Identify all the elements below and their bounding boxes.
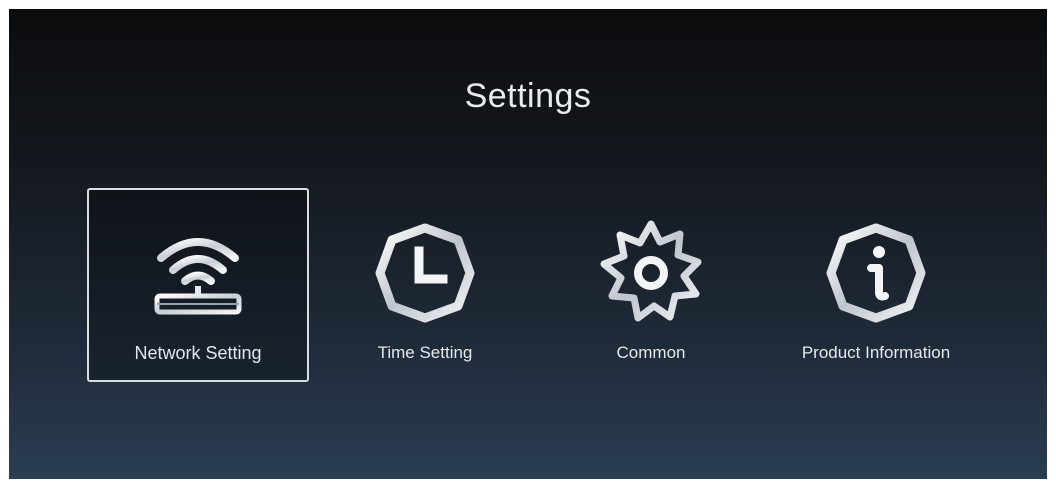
clock-icon [375, 223, 475, 323]
settings-menu: Network Setting Time Setting Common Prod… [9, 188, 1047, 384]
gear-icon [600, 220, 702, 322]
menu-item-network-setting[interactable]: Network Setting [87, 188, 309, 382]
info-icon [826, 223, 926, 323]
menu-item-product-information[interactable]: Product Information [765, 188, 987, 382]
wifi-router-icon [154, 238, 242, 315]
menu-item-label: Time Setting [377, 343, 473, 362]
menu-item-label: Network Setting [134, 343, 262, 363]
menu-item-label: Common [616, 343, 686, 362]
page-title: Settings [464, 77, 592, 115]
settings-screen: Settings Network Setting Time Setting Co… [9, 9, 1047, 479]
menu-item-time-setting[interactable]: Time Setting [314, 188, 536, 382]
menu-item-label: Product Information [801, 343, 951, 362]
menu-item-common[interactable]: Common [540, 188, 762, 382]
